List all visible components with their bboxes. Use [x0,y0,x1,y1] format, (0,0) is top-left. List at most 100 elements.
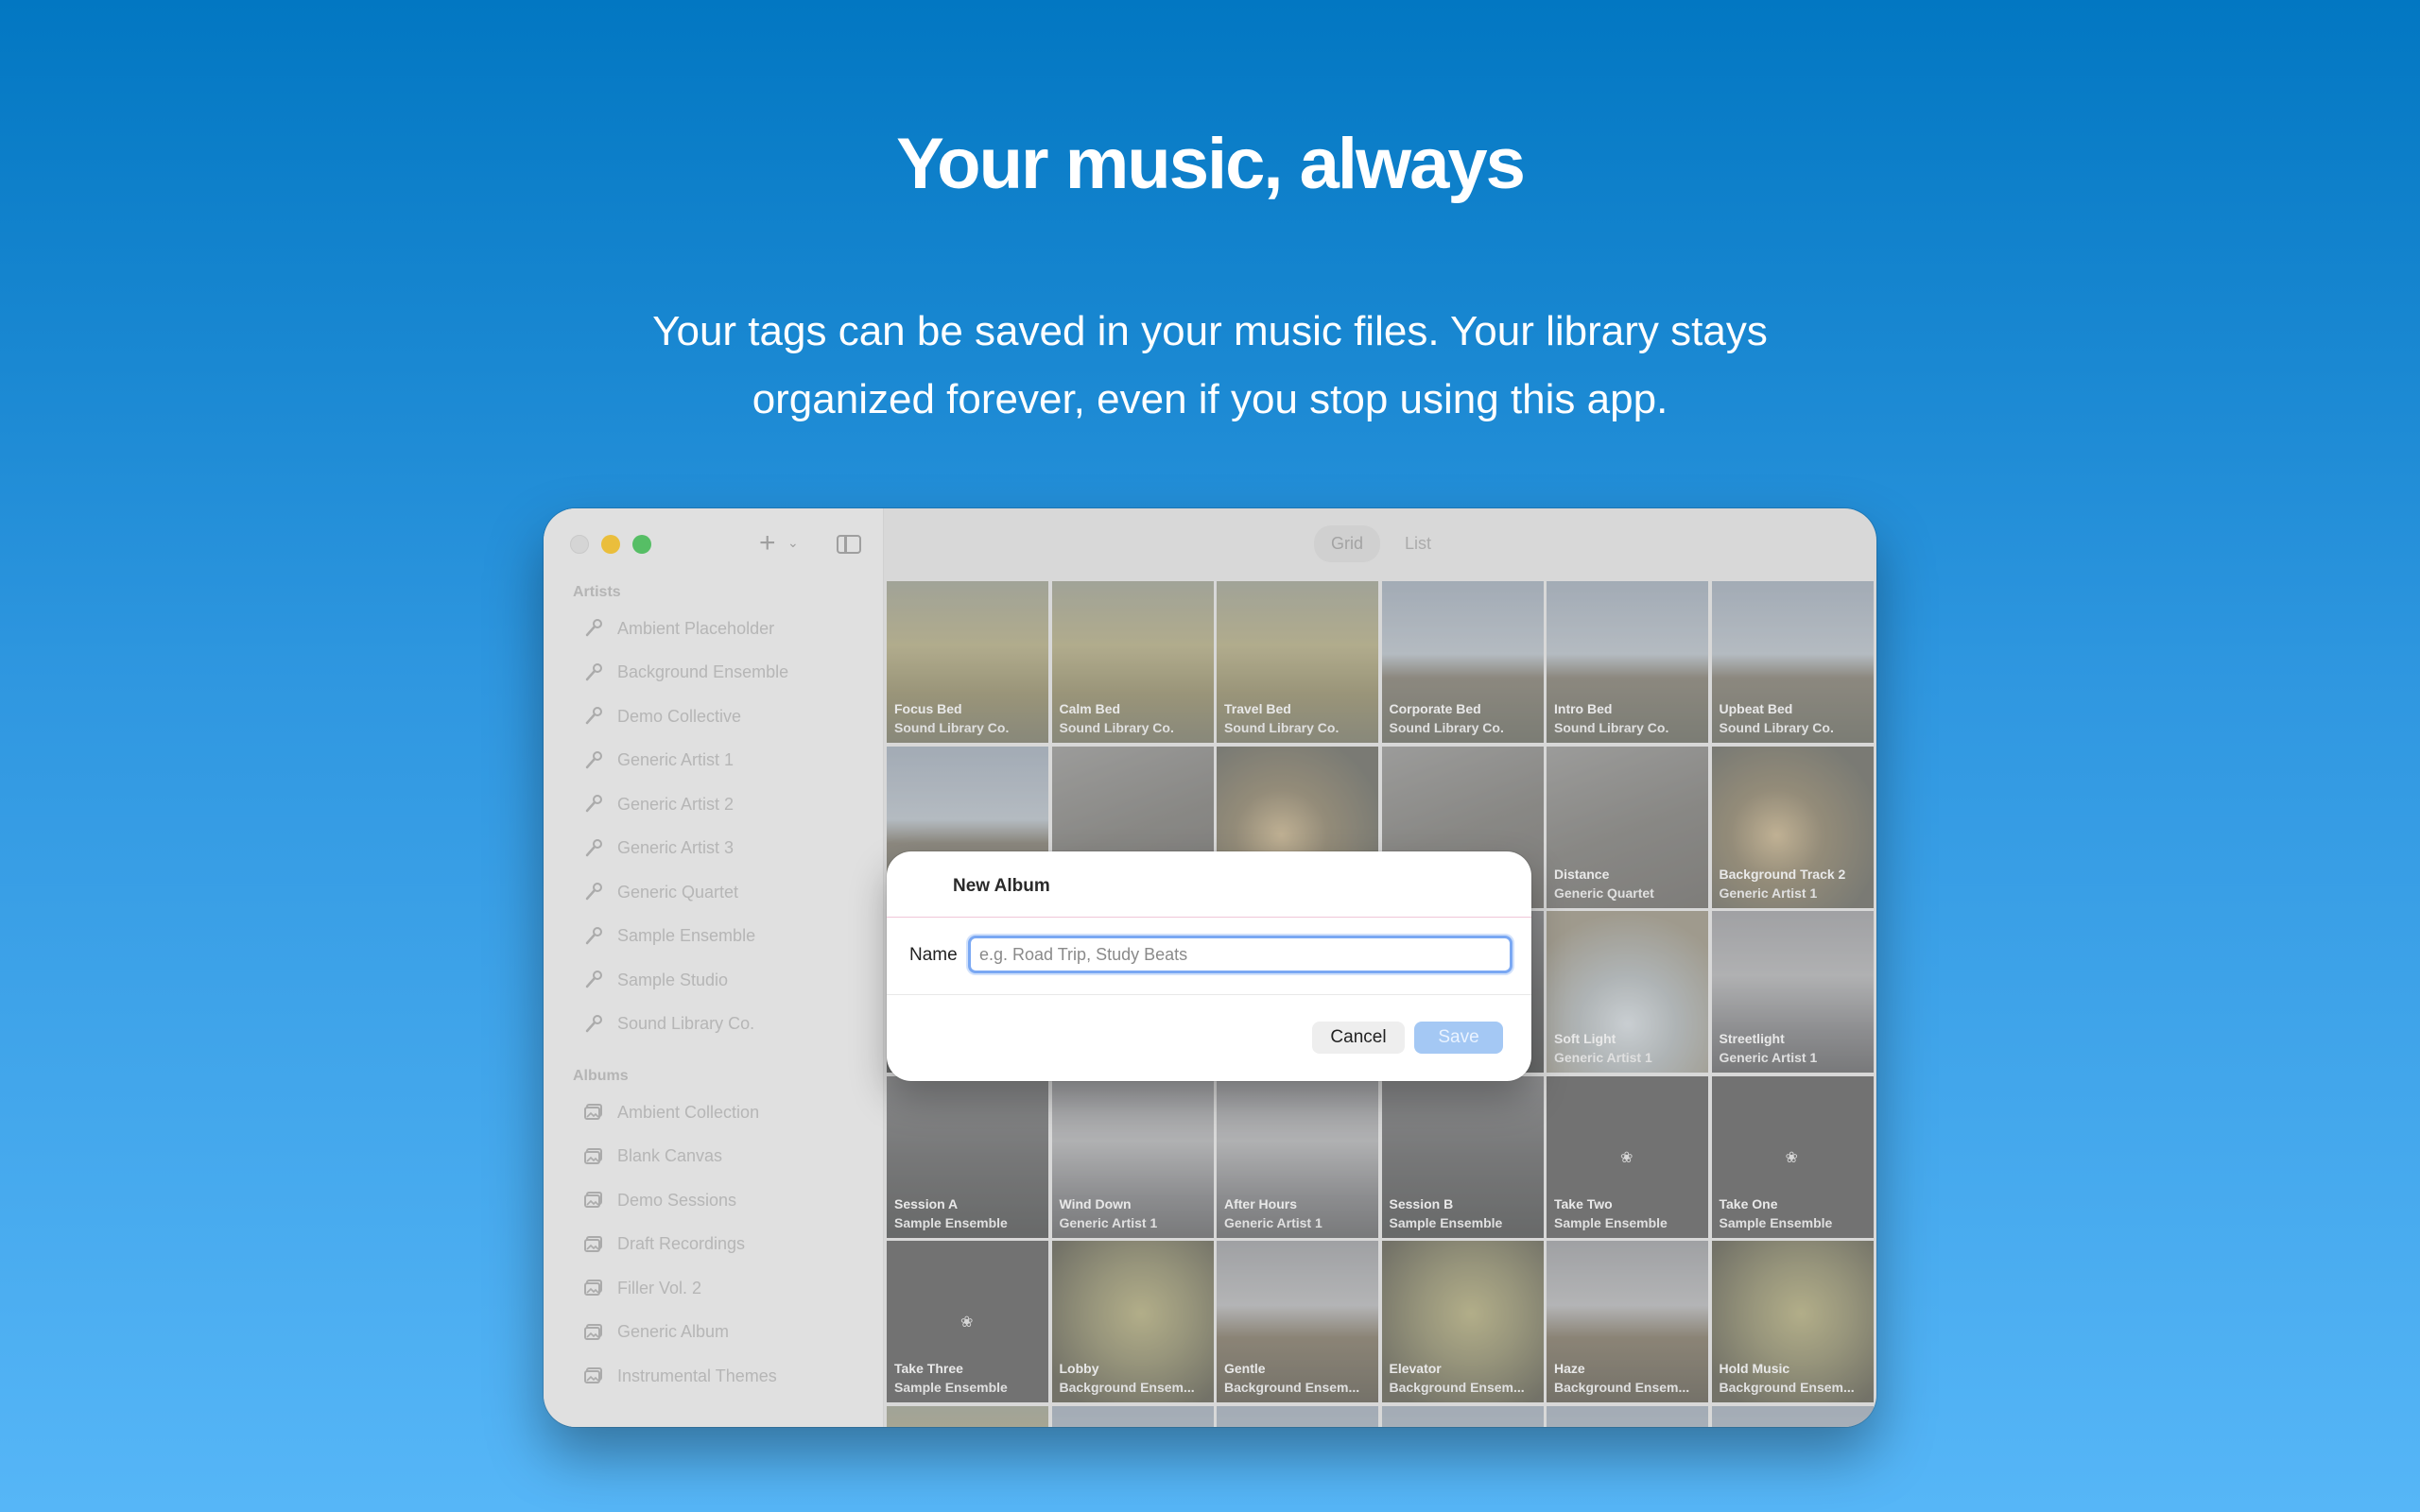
flower-icon: ❀ [1785,1149,1798,1166]
album-tile[interactable]: Wind Down Generic Artist 1 [1051,1075,1214,1238]
sidebar-item[interactable]: Filler Vol. 2 [544,1266,884,1311]
album-artist: Background Ensem... [1389,1380,1525,1395]
dialog-divider [887,917,1531,918]
album-tile[interactable]: Soft Light Generic Artist 1 [1547,911,1708,1073]
album-title: Focus Bed [894,701,962,716]
album-artist: Sample Ensemble [1554,1214,1668,1230]
sidebar-item-label: Blank Canvas [617,1146,723,1166]
album-tile[interactable]: Upbeat Bed Sound Library Co. [1711,581,1874,743]
album-tile[interactable]: Session B Sample Ensemble [1381,1075,1544,1238]
album-tile[interactable]: Background Track 2 Generic Artist 1 [1711,746,1874,908]
sidebar-item[interactable]: Generic Album [544,1311,884,1355]
sidebar-item[interactable]: Demo Collective [544,695,884,739]
album-title: Haze [1554,1361,1585,1376]
sidebar-item[interactable]: Generic Quartet [544,870,884,915]
album-title: Session B [1389,1195,1454,1211]
window-minimize-button[interactable] [601,535,620,554]
sidebar-item[interactable]: Sample Ensemble [544,915,884,959]
album-tile[interactable]: ❀ Take One Sample Ensemble [1711,1075,1874,1238]
hero-subtitle-line-1: Your tags can be saved in your music fil… [652,308,1768,354]
flower-icon: ❀ [960,1314,974,1331]
album-tile[interactable]: After Hours Generic Artist 1 [1217,1075,1378,1238]
sidebar-item[interactable]: Draft Recordings [544,1223,884,1267]
album-artist: Generic Artist 1 [1719,885,1818,901]
album-tile[interactable] [1051,1405,1214,1427]
sidebar-item[interactable]: Generic Artist 2 [544,782,884,827]
album-tile[interactable] [1547,1405,1708,1427]
artists-list: Ambient Placeholder Background Ensemble De… [544,607,884,1046]
sidebar-item[interactable]: Generic Artist 1 [544,739,884,783]
album-title: Calm Bed [1059,701,1121,716]
sidebar-item-label: Ambient Placeholder [617,618,775,638]
album-artist: Generic Artist 1 [1719,1050,1818,1065]
album-title: Travel Bed [1224,701,1291,716]
sidebar-item[interactable]: Generic Artist 3 [544,827,884,871]
album-icon [583,1322,604,1343]
sidebar-item[interactable]: Instrumental Themes [544,1354,884,1399]
album-name-input[interactable] [968,936,1512,973]
sidebar-item[interactable]: Demo Sessions [544,1178,884,1223]
album-icon [583,1146,604,1167]
window-close-button[interactable] [570,535,589,554]
sidebar-icon[interactable] [837,535,861,554]
view-mode-segmented-control: Grid List [1314,525,1448,562]
album-icon [583,1102,604,1123]
sidebar-item[interactable]: Blank Canvas [544,1135,884,1179]
album-title: Soft Light [1554,1031,1616,1046]
album-tile[interactable]: Session A Sample Ensemble [887,1075,1048,1238]
album-tile[interactable]: Calm Bed Sound Library Co. [1051,581,1214,743]
album-tile[interactable] [1217,1405,1378,1427]
album-title: Distance [1554,866,1610,882]
grid-view-button[interactable]: Grid [1314,525,1381,562]
sidebar-item-label: Sample Ensemble [617,926,756,946]
sidebar-item[interactable]: Ambient Collection [544,1091,884,1135]
sidebar: + ⌄ Artists Ambient Placeholder Backgroun… [544,508,884,1427]
album-artist: Sample Ensemble [1719,1214,1833,1230]
sidebar-item-label: Instrumental Themes [617,1366,777,1385]
album-tile[interactable] [1381,1405,1544,1427]
album-tile[interactable]: Streetlight Generic Artist 1 [1711,911,1874,1073]
albums-section-label: Albums [573,1068,629,1084]
sidebar-item-label: Sample Studio [617,970,729,989]
album-tile[interactable]: Hold Music Background Ensem... [1711,1241,1874,1402]
album-artist: Sound Library Co. [1389,720,1504,735]
album-tile[interactable]: ❀ Take Three Sample Ensemble [887,1241,1048,1402]
chevron-down-icon[interactable]: ⌄ [787,535,799,551]
album-title: Take One [1719,1195,1778,1211]
album-title: Lobby [1059,1361,1099,1376]
cancel-button[interactable]: Cancel [1312,1022,1405,1054]
album-tile[interactable]: Focus Bed Sound Library Co. [887,581,1048,743]
album-tile[interactable]: ❀ Take Two Sample Ensemble [1547,1075,1708,1238]
album-title: Upbeat Bed [1719,701,1793,716]
album-tile[interactable]: Corporate Bed Sound Library Co. [1381,581,1544,743]
sidebar-item[interactable]: Background Ensemble [544,651,884,696]
album-tile[interactable]: Lobby Background Ensem... [1051,1241,1214,1402]
album-title: After Hours [1224,1195,1298,1211]
dialog-title: New Album [953,876,1050,896]
album-tile[interactable] [887,1405,1048,1427]
album-tile[interactable]: Distance Generic Quartet [1547,746,1708,908]
sidebar-item[interactable]: Sound Library Co. [544,1003,884,1047]
sidebar-item[interactable]: Ambient Placeholder [544,607,884,651]
album-tile[interactable]: Gentle Background Ensem... [1217,1241,1378,1402]
hero-subtitle-line-2: organized forever, even if you stop usin… [752,376,1668,422]
sidebar-item-label: Generic Artist 3 [617,838,735,858]
album-artist: Sample Ensemble [1389,1214,1503,1230]
sidebar-item-label: Ambient Collection [617,1102,760,1122]
album-tile[interactable]: Elevator Background Ensem... [1381,1241,1544,1402]
album-title: Session A [894,1195,959,1211]
plus-icon[interactable]: + [759,529,776,558]
album-tile[interactable] [1711,1405,1874,1427]
microphone-icon [583,1014,604,1035]
list-view-button[interactable]: List [1388,525,1448,562]
album-artist: Background Ensem... [1719,1380,1855,1395]
sidebar-item[interactable]: Sample Studio [544,958,884,1003]
album-tile[interactable]: Travel Bed Sound Library Co. [1217,581,1378,743]
save-button[interactable]: Save [1414,1022,1503,1054]
album-artist: Generic Artist 1 [1224,1214,1322,1230]
album-tile[interactable]: Intro Bed Sound Library Co. [1547,581,1708,743]
window-zoom-button[interactable] [632,535,651,554]
album-tile[interactable]: Haze Background Ensem... [1547,1241,1708,1402]
album-artist: Sound Library Co. [1224,720,1340,735]
album-title: Take Three [894,1361,963,1376]
